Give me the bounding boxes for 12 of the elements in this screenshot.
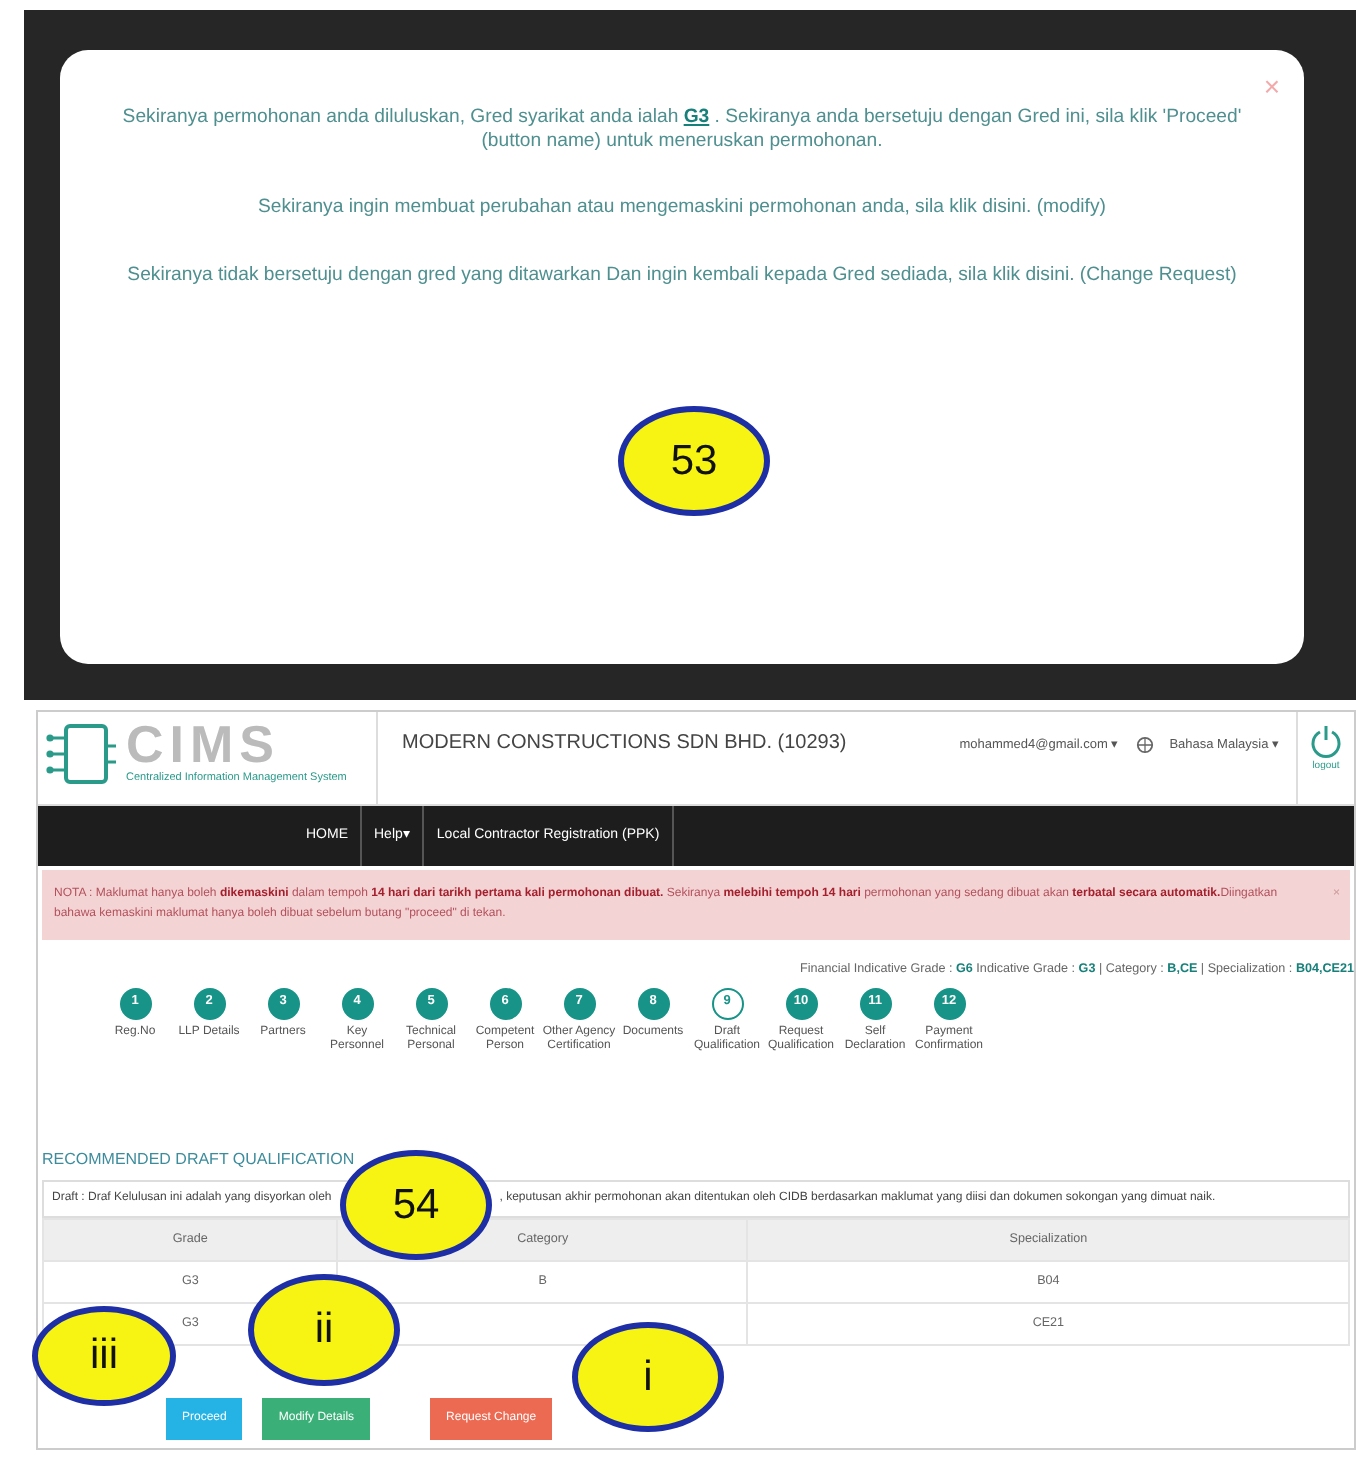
globe-icon (1135, 736, 1154, 755)
logo-text: CIMS (126, 718, 280, 770)
dialog-text: Sekiranya ingin membuat perubahan atau mengemaskini permohonan anda, sila klik disini. (modify) (256, 196, 1108, 219)
dialog-text: Sekiranya tidak bersetuju dengan gred yang ditawarkan Dan ingin kembali kepada Gred sediada, sila klik disini. (Change Request) (125, 263, 1239, 286)
close-icon[interactable]: × (1263, 66, 1280, 108)
callout-label: i (572, 1322, 724, 1432)
callout-label: ii (248, 1274, 400, 1386)
dialog-text: Sekiranya permohonan anda diluluskan, Gred syarikat anda ialah G3 . Sekiranya anda bersetuju dengan Gred ini, sila klik 'Proceed' (button name) untuk meneruskan permohonan. (120, 106, 1244, 152)
power-icon[interactable] (1310, 724, 1342, 760)
section-title: RECOMMENDED DRAFT QUALIFICATION (40, 1147, 357, 1172)
company-name: MODERN CONSTRUCTIONS SDN BHD. (10293) (400, 730, 849, 758)
callout-label: iii (32, 1306, 176, 1406)
